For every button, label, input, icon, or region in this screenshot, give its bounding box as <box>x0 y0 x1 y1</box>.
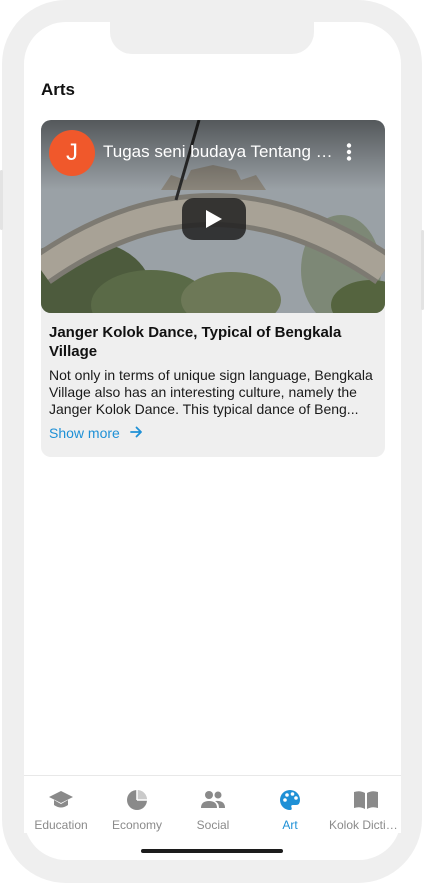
arrow-right-icon <box>129 425 143 441</box>
palette-icon <box>279 788 301 812</box>
home-indicator[interactable] <box>141 849 283 853</box>
nav-item-social[interactable]: Social <box>175 788 251 832</box>
nav-label: Art <box>282 818 298 832</box>
users-icon <box>200 788 226 812</box>
show-more-link[interactable]: Show more <box>49 425 143 441</box>
nav-label: Kolok Dictionary <box>329 818 403 832</box>
book-icon <box>353 788 379 812</box>
nav-label: Education <box>34 818 88 832</box>
graduation-cap-icon <box>48 788 74 812</box>
nav-item-education[interactable]: Education <box>23 788 99 832</box>
channel-avatar[interactable]: J <box>49 130 95 176</box>
nav-item-art[interactable]: Art <box>252 788 328 832</box>
article-body: Not only in terms of unique sign languag… <box>49 367 373 417</box>
nav-label: Social <box>196 818 230 832</box>
bottom-nav: Education Economy Social Art Kolok Dicti… <box>23 775 404 833</box>
pie-chart-icon <box>126 788 148 812</box>
nav-item-economy[interactable]: Economy <box>99 788 175 832</box>
nav-label: Economy <box>111 818 163 832</box>
play-button[interactable] <box>182 198 246 240</box>
play-icon <box>206 210 222 228</box>
video-title[interactable]: Tugas seni budaya Tentang Janger Kolok <box>103 142 335 162</box>
video-player[interactable]: J Tugas seni budaya Tentang Janger Kolok <box>41 120 385 313</box>
article-title: Janger Kolok Dance, Typical of Bengkala … <box>49 324 342 360</box>
page-title: Arts <box>41 80 76 99</box>
channel-initial: J <box>66 139 78 166</box>
article-card: J Tugas seni budaya Tentang Janger Kolok… <box>41 120 385 457</box>
side-button-left <box>0 170 3 230</box>
nav-item-kolok-dictionary[interactable]: Kolok Dictionary <box>328 788 404 832</box>
notch <box>110 22 314 54</box>
more-vertical-icon[interactable] <box>337 138 361 166</box>
show-more-label: Show more <box>49 425 120 441</box>
